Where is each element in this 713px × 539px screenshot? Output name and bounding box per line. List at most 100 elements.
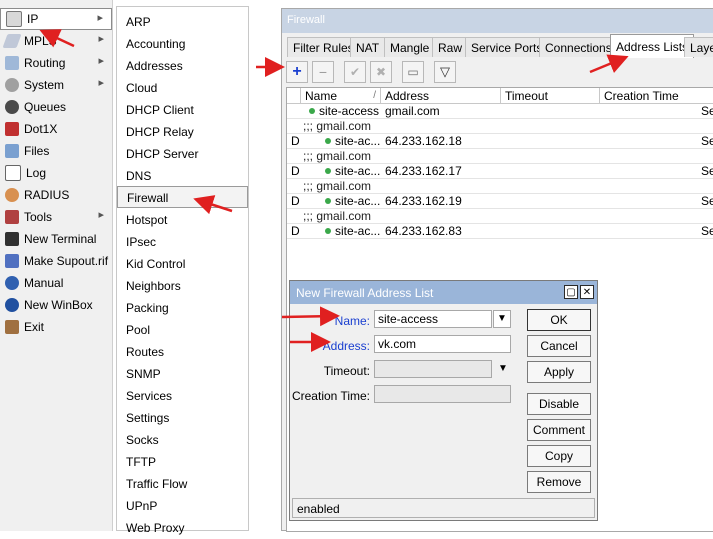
table-comment-row[interactable]: ;;; gmail.com [287, 119, 713, 134]
table-comment-row[interactable]: ;;; gmail.com [287, 209, 713, 224]
tab-filter-rules[interactable]: Filter Rules [287, 37, 360, 57]
row-name-cell: site-access [309, 104, 381, 119]
comment-button[interactable]: Comment [527, 419, 591, 441]
submenu-item-routes[interactable]: Routes [117, 341, 248, 363]
menu-item-routing[interactable]: Routing ▸ [0, 52, 112, 74]
submenu-item-web-proxy[interactable]: Web Proxy [117, 517, 248, 539]
menu-item-dot1x[interactable]: Dot1X [0, 118, 112, 140]
row-comment: ;;; gmail.com [303, 179, 372, 193]
submenu-item-cloud[interactable]: Cloud [117, 77, 248, 99]
ok-button[interactable]: OK [527, 309, 591, 331]
menu-item-radius[interactable]: RADIUS [0, 184, 112, 206]
submenu-item-pool[interactable]: Pool [117, 319, 248, 341]
window-titlebar[interactable]: Firewall [282, 9, 713, 33]
enable-button[interactable]: ✔ [344, 61, 366, 83]
maximize-icon[interactable]: ▢ [564, 285, 578, 299]
menu-item-label: New WinBox [24, 298, 93, 312]
disable-button[interactable]: Disable [527, 393, 591, 415]
menu-item-label: Queues [24, 100, 67, 114]
column-header-address[interactable]: Address [381, 88, 501, 104]
submenu-item-tftp[interactable]: TFTP [117, 451, 248, 473]
row-comment: ;;; gmail.com [303, 209, 372, 223]
table-comment-row[interactable]: ;;; gmail.com [287, 149, 713, 164]
cancel-button[interactable]: Cancel [527, 335, 591, 357]
column-header-flag[interactable] [287, 88, 301, 104]
row-name: site-access [319, 104, 380, 118]
menu-item-files[interactable]: Files [0, 140, 112, 162]
add-button[interactable]: + [286, 61, 308, 83]
submenu-item-dns[interactable]: DNS [117, 165, 248, 187]
menu-item-mpls[interactable]: MPLS ▸ [0, 30, 112, 52]
dialog-titlebar[interactable]: New Firewall Address List ▢ ✕ [290, 281, 597, 304]
status-dot-icon [325, 138, 331, 144]
submenu-item-kid-control[interactable]: Kid Control [117, 253, 248, 275]
name-dropdown-button[interactable]: ▼ [493, 310, 511, 328]
menu-item-system[interactable]: System ▸ [0, 74, 112, 96]
table-row[interactable]: D site-ac... 64.233.162.19 Se [287, 194, 713, 209]
menu-item-tools[interactable]: Tools ▸ [0, 206, 112, 228]
submenu-item-dhcp-relay[interactable]: DHCP Relay [117, 121, 248, 143]
menu-item-log[interactable]: Log [0, 162, 112, 184]
comment-button[interactable]: ▭ [402, 61, 424, 83]
menu-item-label: Tools [24, 210, 53, 224]
submenu-item-hotspot[interactable]: Hotspot [117, 209, 248, 231]
chevron-right-icon: ▸ [98, 55, 104, 67]
submenu-item-addresses[interactable]: Addresses [117, 55, 248, 77]
apply-button[interactable]: Apply [527, 361, 591, 383]
address-field[interactable]: vk.com [374, 335, 511, 353]
submenu-item-firewall[interactable]: Firewall [117, 186, 248, 208]
menu-item-label: Manual [24, 276, 64, 290]
tab-nat[interactable]: NAT [350, 37, 386, 57]
submenu-item-services[interactable]: Services [117, 385, 248, 407]
menu-item-label: System [24, 78, 65, 92]
cross-icon: ✖ [375, 65, 387, 79]
menu-item-queues[interactable]: Queues [0, 96, 112, 118]
tab-raw[interactable]: Raw [432, 37, 469, 57]
tab-mangle[interactable]: Mangle [384, 37, 436, 57]
submenu-item-ipsec[interactable]: IPsec [117, 231, 248, 253]
timeout-field[interactable] [374, 360, 492, 378]
menu-item-make-supout[interactable]: Make Supout.rif [0, 250, 112, 272]
submenu-item-arp[interactable]: ARP [117, 11, 248, 33]
submenu-item-dhcp-client[interactable]: DHCP Client [117, 99, 248, 121]
submenu-item-settings[interactable]: Settings [117, 407, 248, 429]
column-header-timeout[interactable]: Timeout [501, 88, 600, 104]
tab-service-ports[interactable]: Service Ports [465, 37, 549, 57]
tab-connections[interactable]: Connections [539, 37, 618, 57]
menu-item-new-winbox[interactable]: New WinBox [0, 294, 112, 316]
submenu-item-dhcp-server[interactable]: DHCP Server [117, 143, 248, 165]
submenu-item-traffic-flow[interactable]: Traffic Flow [117, 473, 248, 495]
remove-button[interactable]: − [312, 61, 334, 83]
copy-button[interactable]: Copy [527, 445, 591, 467]
tab-layer7[interactable]: Laye [684, 37, 713, 57]
column-header-name[interactable]: Name / [301, 88, 381, 104]
row-flag: D [291, 134, 300, 148]
name-field[interactable]: site-access [374, 310, 492, 328]
row-flag: D [291, 224, 300, 238]
sort-indicator: / [373, 90, 376, 101]
table-row[interactable]: D site-ac... 64.233.162.83 Se [287, 224, 713, 239]
submenu-item-neighbors[interactable]: Neighbors [117, 275, 248, 297]
disable-button[interactable]: ✖ [370, 61, 392, 83]
submenu-item-upnp[interactable]: UPnP [117, 495, 248, 517]
submenu-item-snmp[interactable]: SNMP [117, 363, 248, 385]
menu-item-new-terminal[interactable]: New Terminal [0, 228, 112, 250]
table-comment-row[interactable]: ;;; gmail.com [287, 179, 713, 194]
menu-item-exit[interactable]: Exit [0, 316, 112, 338]
table-row[interactable]: site-access gmail.com Se [287, 104, 713, 119]
close-icon[interactable]: ✕ [580, 285, 594, 299]
row-overflow: Se [701, 194, 713, 208]
minus-icon: − [318, 64, 328, 80]
table-row[interactable]: D site-ac... 64.233.162.17 Se [287, 164, 713, 179]
tab-address-lists[interactable]: Address Lists [610, 34, 695, 58]
menu-item-manual[interactable]: Manual [0, 272, 112, 294]
submenu-item-socks[interactable]: Socks [117, 429, 248, 451]
table-row[interactable]: D site-ac... 64.233.162.18 Se [287, 134, 713, 149]
timeout-dropdown-icon[interactable]: ▼ [498, 363, 508, 374]
remove-button[interactable]: Remove [527, 471, 591, 493]
submenu-item-packing[interactable]: Packing [117, 297, 248, 319]
column-header-creation-time[interactable]: Creation Time [600, 88, 713, 104]
menu-item-ip[interactable]: IP ▸ [0, 8, 112, 30]
filter-button[interactable]: ▽ [434, 61, 456, 83]
submenu-item-accounting[interactable]: Accounting [117, 33, 248, 55]
